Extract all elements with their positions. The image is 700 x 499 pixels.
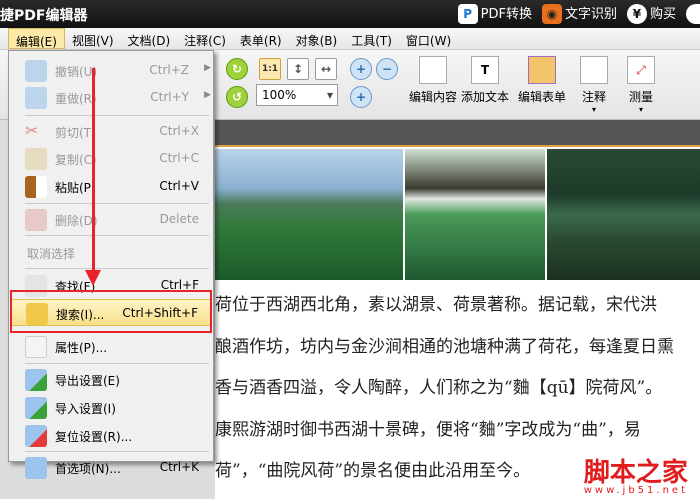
zoom-select[interactable]: 100% [256,84,338,106]
lotus-photo-3 [547,149,700,280]
copy-icon [25,148,47,170]
menu-item-deselect[interactable]: 取消选择 [11,239,211,266]
menu-separator [25,363,209,364]
text-line: 康熙游湖时御书西湖十景碑，便将“麯”字改成为“曲”，易 [215,419,641,440]
menu-separator [25,235,209,236]
menu-window[interactable]: 窗口(W) [399,28,458,49]
delete-icon [25,209,47,231]
annotation-highlight-box [10,290,212,333]
title-bar: 捷PDF编辑器 P PDF转换 ◉ 文字识别 ¥ 购买 [0,0,700,28]
menu-item-delete[interactable]: 删除(D) Delete [11,206,211,233]
app-title: 捷PDF编辑器 [0,8,88,24]
menu-item-properties[interactable]: 属性(P)... [11,333,211,360]
edit-form-icon [528,56,556,84]
edit-menu-dropdown: 撤销(U) Ctrl+Z ▶ 重做(R) Ctrl+Y ▶ ✂ 剪切(T) Ctrl+X 复… [8,50,214,479]
menu-item-redo[interactable]: 重做(R) Ctrl+Y ▶ [11,84,211,111]
comment-button[interactable]: 注释 ▾ [576,56,612,114]
measure-button[interactable]: ⤢ 测量 ▾ [623,56,659,114]
chevron-right-icon: ▶ [204,63,211,73]
menu-item-paste[interactable]: 粘贴(P) Ctrl+V [11,173,211,200]
rotate-cw-icon[interactable]: ↻ [226,58,248,80]
lotus-photo-2 [405,149,545,280]
preferences-icon [25,457,47,479]
zoom-out-icon[interactable]: − [376,58,398,80]
menu-tools[interactable]: 工具(T) [344,28,399,49]
edit-content-icon [419,56,447,84]
yen-icon: ¥ [626,4,647,24]
menu-comment[interactable]: 注释(C) [177,28,233,49]
text-line: 香与酒香四溢，令人陶醉，人们称之为“麯【qū】院荷风”。 [215,378,663,398]
zoom-in-icon[interactable]: + [350,86,372,108]
scissors-icon: ✂ [25,121,39,140]
edit-content-button[interactable]: 编辑内容 [408,56,458,105]
menu-separator [25,203,209,204]
menu-item-undo[interactable]: 撤销(U) Ctrl+Z ▶ [11,57,211,84]
menu-item-reset-settings[interactable]: 复位设置(R)... [11,422,211,449]
fit-page-icon[interactable]: ↕ [287,58,309,80]
pdf-convert-button[interactable]: P PDF转换 [457,3,532,24]
add-text-icon: T [471,56,499,84]
menu-document[interactable]: 文档(D) [121,28,178,49]
export-icon [25,369,47,391]
buy-button[interactable]: ¥ 购买 [626,3,676,24]
edit-form-button[interactable]: 编辑表单 [515,56,569,105]
comment-icon [580,56,608,84]
lotus-photo-1 [215,149,403,280]
menu-separator [25,115,209,116]
actual-size-icon[interactable]: 1:1 [259,58,281,80]
add-text-button[interactable]: T 添加文本 [460,56,510,105]
chevron-right-icon: ▶ [204,90,211,100]
menu-edit[interactable]: 编辑(E) [8,28,65,49]
menu-separator [25,268,209,269]
watermark-logo: 脚本之家 www.jb51.net [583,458,688,496]
rotate-ccw-icon[interactable]: ↺ [226,86,248,108]
fit-width-icon[interactable]: ↔ [315,58,337,80]
menu-form[interactable]: 表单(R) [233,28,289,49]
chevron-down-icon: ▾ [638,105,643,114]
menu-item-preferences[interactable]: 首选项(N)... Ctrl+K [11,454,211,479]
pdf-convert-icon: P [457,4,478,24]
measure-icon: ⤢ [627,56,655,84]
undo-icon [25,60,47,82]
text-line: 酿酒作坊，坊内与金沙涧相通的池塘种满了荷花，每逢夏日熏 [215,336,674,357]
menu-separator [25,451,209,452]
menu-bar: 编辑(E) 视图(V) 文档(D) 注释(C) 表单(R) 对象(B) 工具(T… [0,28,700,50]
menu-view[interactable]: 视图(V) [65,28,121,49]
zoom-tool-icon[interactable]: + [350,58,372,80]
import-icon [25,397,47,419]
chevron-down-icon: ▾ [591,105,596,114]
user-icon[interactable] [686,3,700,24]
ocr-button[interactable]: ◉ 文字识别 [541,3,617,24]
menu-item-copy[interactable]: 复制(C) Ctrl+C [11,145,211,172]
menu-item-cut[interactable]: ✂ 剪切(T) Ctrl+X [11,118,211,145]
paste-icon [25,176,47,198]
properties-icon [25,336,47,358]
menu-object[interactable]: 对象(B) [289,28,345,49]
menu-item-import-settings[interactable]: 导入设置(I) [11,394,211,421]
annotation-arrow [92,68,95,273]
menu-item-export-settings[interactable]: 导出设置(E) [11,366,211,393]
redo-icon [25,87,47,109]
text-line: 荷位于西湖西北角，素以湖景、荷景著称。据记载，宋代洪 [215,295,657,315]
ocr-icon: ◉ [541,4,562,24]
reset-icon [25,425,47,447]
annotation-arrowhead [85,270,101,286]
